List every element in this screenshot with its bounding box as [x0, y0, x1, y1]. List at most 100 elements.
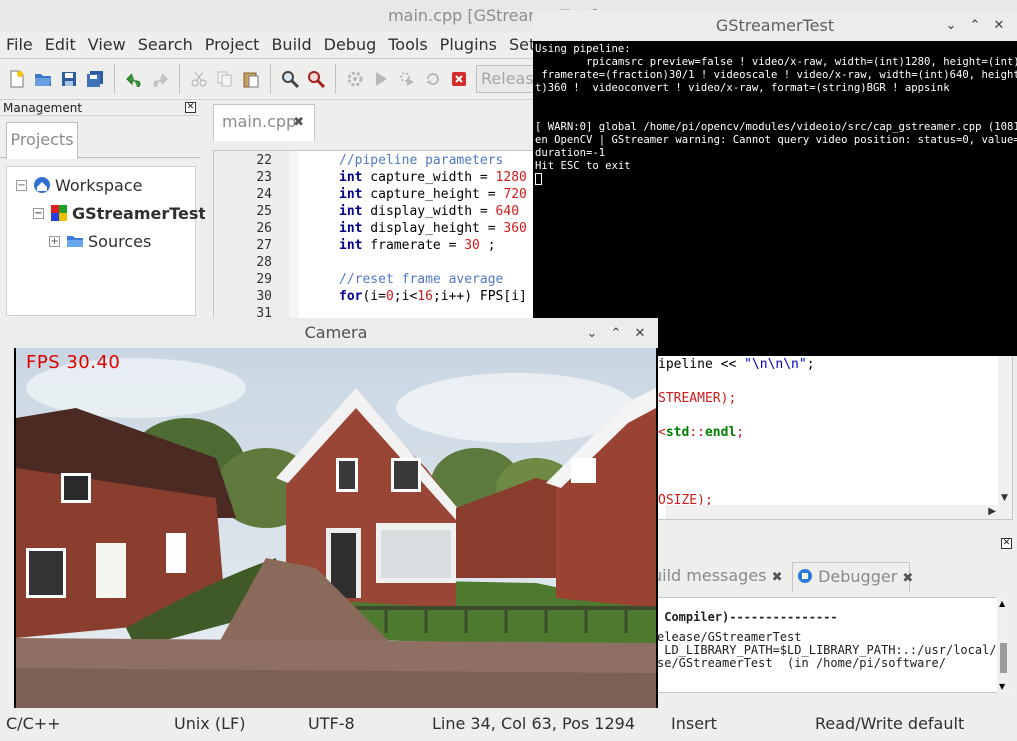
code-text: display_width =	[362, 204, 496, 219]
code-comment: //pipeline parameters	[339, 153, 504, 168]
tree-item-workspace[interactable]: − Workspace	[16, 173, 142, 197]
new-file-icon[interactable]	[6, 68, 28, 90]
code-number: 720	[503, 187, 527, 202]
minimize-icon[interactable]: ⌄	[939, 10, 963, 41]
tree-item-project[interactable]: − GStreamerTest	[33, 201, 206, 225]
status-position: Line 34, Col 63, Pos 1294	[432, 714, 635, 733]
close-icon[interactable]: ✕	[987, 10, 1011, 41]
code-text: ;i<	[393, 289, 418, 304]
code-line: ipeline << "\n\n\n";	[658, 357, 815, 372]
log-line: LD_LIBRARY_PATH=$LD_LIBRARY_PATH:.:/usr/…	[657, 643, 997, 657]
tree-item-sources[interactable]: + Sources	[49, 229, 151, 253]
menu-view[interactable]: View	[82, 31, 132, 58]
build-log[interactable]: Compiler)--------------- elease/GStreame…	[652, 597, 1010, 693]
tree-label-workspace: Workspace	[55, 175, 143, 195]
undo-icon[interactable]	[123, 68, 145, 90]
window-controls: ⌄ ⌃ ✕	[580, 318, 652, 349]
expand-icon[interactable]: +	[49, 235, 60, 247]
tab-projects[interactable]: Projects	[6, 122, 78, 159]
code-line: int framerate = 30 ;	[339, 238, 496, 253]
tab-build-messages[interactable]: uild messages ✖	[652, 562, 783, 592]
code-line: <std::endl;	[658, 425, 744, 440]
log-line: Compiler)---------------	[657, 610, 838, 624]
line-number: 26	[256, 221, 272, 236]
rebuild-icon[interactable]	[422, 68, 444, 90]
replace-icon[interactable]	[305, 68, 327, 90]
scroll-down-icon[interactable]: ▼	[1001, 493, 1008, 503]
folder-icon	[67, 236, 83, 247]
code-keyword: int	[339, 187, 363, 202]
camera-feed: FPS 30.40	[16, 348, 656, 708]
editor-tab-label: main.cpp	[222, 112, 297, 131]
close-icon[interactable]: ✕	[628, 319, 652, 349]
camera-frame-image	[16, 348, 656, 708]
scroll-right-icon[interactable]: ▶	[988, 506, 996, 517]
close-icon[interactable]: ✕	[1001, 538, 1012, 549]
log-line: se/GStreamerTest (in /home/pi/software/	[657, 656, 946, 670]
toolbar-separator	[114, 64, 115, 94]
menu-build[interactable]: Build	[265, 31, 317, 58]
tab-debugger[interactable]: Debugger ✖	[792, 562, 913, 592]
collapse-icon[interactable]: −	[16, 179, 27, 191]
maximize-icon[interactable]: ⌃	[963, 10, 987, 41]
minimize-icon[interactable]: ⌄	[580, 319, 604, 349]
terminal-window: GStreamerTest ⌄ ⌃ ✕ Using pipeline: rpic…	[533, 10, 1017, 356]
run-icon[interactable]	[370, 68, 392, 90]
code-text: display_height =	[362, 221, 504, 236]
editor-horizontal-scrollbar[interactable]: ▶	[666, 505, 1012, 519]
menu-debug[interactable]: Debug	[318, 31, 383, 58]
tab-main-cpp[interactable]: main.cpp ✖	[213, 104, 315, 141]
line-number: 22	[256, 153, 272, 168]
code-line: for(i=0;i<16;i++) FPS[i]	[339, 289, 527, 304]
build-gear-icon[interactable]	[344, 68, 366, 90]
code-line: //pipeline parameters	[339, 153, 503, 168]
code-number: 640	[495, 204, 520, 219]
line-number: 25	[256, 204, 272, 219]
menu-file[interactable]: File	[0, 31, 39, 58]
scroll-down-icon[interactable]: ▼	[999, 682, 1005, 691]
code-number: 360	[503, 221, 527, 236]
abort-icon[interactable]	[448, 68, 470, 90]
code-line: int display_width = 640	[339, 204, 519, 219]
log-scrollbar[interactable]: ▲ ▼	[997, 597, 1010, 693]
maximize-icon[interactable]: ⌃	[604, 319, 628, 349]
terminal-line: en OpenCV | GStreamer warning: Cannot qu…	[535, 134, 1017, 146]
terminal-titlebar[interactable]: GStreamerTest ⌄ ⌃ ✕	[533, 10, 1017, 41]
code-text: framerate =	[362, 238, 465, 253]
menu-project[interactable]: Project	[199, 31, 266, 58]
code-text: ;i++) FPS[i]	[432, 289, 527, 304]
toolbar-separator	[270, 64, 271, 94]
close-tab-icon[interactable]: ✖	[293, 116, 304, 130]
camera-title: Camera	[304, 323, 368, 342]
menu-plugins[interactable]: Plugins	[434, 31, 503, 58]
save-icon[interactable]	[58, 68, 80, 90]
open-file-icon[interactable]	[32, 68, 54, 90]
tab-label: Debugger	[818, 567, 898, 586]
management-title: Management	[3, 101, 83, 115]
save-all-icon[interactable]	[84, 68, 106, 90]
terminal-line: Hit ESC to exit	[535, 160, 631, 172]
find-icon[interactable]	[279, 68, 301, 90]
scroll-up-icon[interactable]: ▲	[999, 599, 1005, 608]
copy-icon[interactable]	[214, 68, 236, 90]
code-number: 1280	[495, 170, 527, 185]
close-icon[interactable]: ✕	[185, 102, 196, 113]
close-tab-icon[interactable]: ✖	[902, 571, 913, 586]
terminal-prompt	[535, 173, 1017, 186]
project-icon	[51, 205, 67, 221]
code-text: capture_width =	[362, 170, 496, 185]
camera-titlebar[interactable]: Camera ⌄ ⌃ ✕	[14, 318, 658, 348]
close-tab-icon[interactable]: ✖	[772, 570, 783, 585]
collapse-icon[interactable]: −	[33, 207, 44, 219]
build-and-run-icon[interactable]	[396, 68, 418, 90]
menu-tools[interactable]: Tools	[382, 31, 433, 58]
scroll-thumb[interactable]	[1000, 643, 1007, 673]
terminal-output[interactable]: Using pipeline: rpicamsrc preview=false …	[535, 43, 1017, 355]
redo-icon[interactable]	[149, 68, 171, 90]
menu-edit[interactable]: Edit	[39, 31, 82, 58]
workspace-icon	[34, 177, 50, 193]
menu-search[interactable]: Search	[132, 31, 199, 58]
cut-icon[interactable]	[188, 68, 210, 90]
paste-icon[interactable]	[240, 68, 262, 90]
code-text: STREAMER);	[658, 391, 737, 406]
